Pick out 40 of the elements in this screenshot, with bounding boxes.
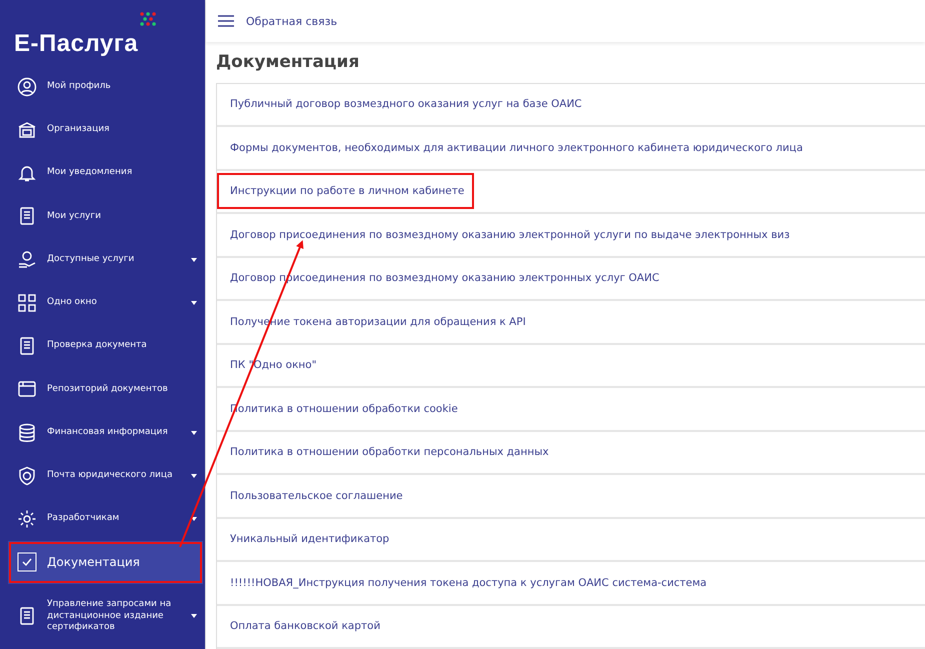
menu-icon[interactable] [218,15,234,27]
document-link[interactable]: Политика в отношении обработки персональных данных [219,436,557,468]
dots-icon [140,12,156,26]
document-link[interactable]: Публичный договор возмездного оказания услуг на базе ОАИС [219,88,590,120]
document-link[interactable]: Договор присоединения по возмездному оказанию электронной услуги по выдаче электронных виз [219,218,798,251]
document-link[interactable]: Формы документов, необходимых для активации личного электронного кабинета юридического лица [219,132,811,164]
database-icon [17,422,37,443]
caret-icon [191,614,197,618]
hand-icon [17,250,37,270]
user-icon [17,76,37,97]
sidebar-item[interactable]: Проверка документа [0,324,205,368]
sidebar-item[interactable]: Разработчикам [0,498,205,541]
document-link[interactable]: Оплата банковской картой [219,610,388,642]
sidebar-item[interactable]: Мои уведомления [0,152,205,195]
document-link[interactable]: !!!!!!НОВАЯ_Инструкция получения токена доступа к услугам ОАИС система-система [219,566,715,599]
building-icon [17,120,37,140]
sidebar-item[interactable]: Репозиторий документов [0,368,205,412]
check-icon [17,552,37,572]
logo-text: Е-Паслуга [14,30,138,58]
document-link[interactable]: Инструкции по работе в личном кабинете [219,175,472,208]
sidebar-item[interactable]: Управление запросами на дистанционное издание сертификатов [0,584,205,649]
sidebar-item[interactable]: Организация [0,108,205,152]
caret-icon [191,430,197,435]
sidebar-item[interactable]: Доступные услуги [0,238,205,282]
sidebar-item[interactable]: Одно окно [0,281,205,325]
sidebar-item[interactable]: Финансовая информация [0,411,205,454]
caret-icon [191,474,197,478]
grid-icon [17,292,37,313]
document-link[interactable]: Уникальный идентификатор [219,523,398,556]
document-link[interactable]: Пользовательское соглашение [219,480,411,512]
caret-icon [191,300,197,305]
sidebar-item[interactable]: Документация [8,540,203,584]
feedback-link[interactable]: Обратная связь [246,14,338,28]
shield-icon [17,466,37,486]
sidebar-item[interactable]: Мои услуги [0,194,205,238]
sidebar-item[interactable]: Мой профиль [0,65,205,108]
caret-icon [191,517,197,522]
sidebar-item[interactable]: Почта юридического лица [0,454,205,498]
caret-icon [191,258,197,262]
page-title: Документация [215,51,360,74]
